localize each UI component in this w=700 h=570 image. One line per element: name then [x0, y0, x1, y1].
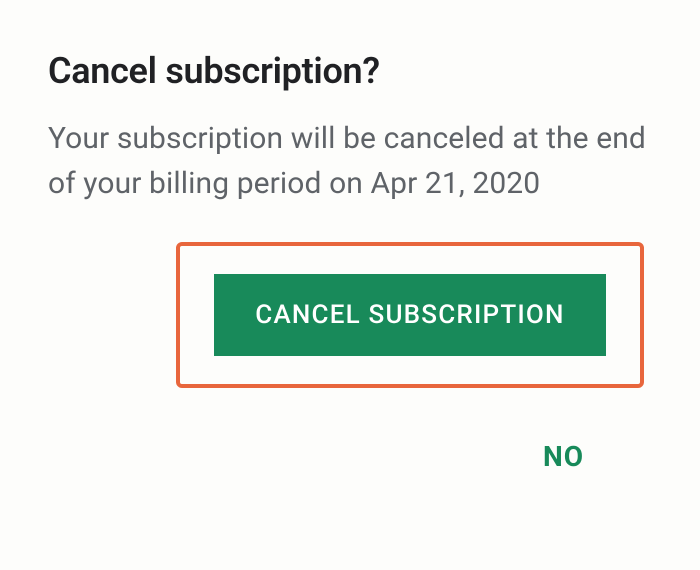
dialog-actions: NO: [48, 432, 652, 481]
no-button[interactable]: NO: [527, 432, 600, 481]
dialog-title: Cancel subscription?: [48, 50, 652, 92]
dialog-message: Your subscription will be canceled at th…: [48, 116, 652, 206]
cancel-subscription-dialog: Cancel subscription? Your subscription w…: [0, 0, 700, 521]
cancel-subscription-button[interactable]: CANCEL SUBSCRIPTION: [214, 274, 606, 356]
highlight-annotation: CANCEL SUBSCRIPTION: [176, 242, 644, 388]
